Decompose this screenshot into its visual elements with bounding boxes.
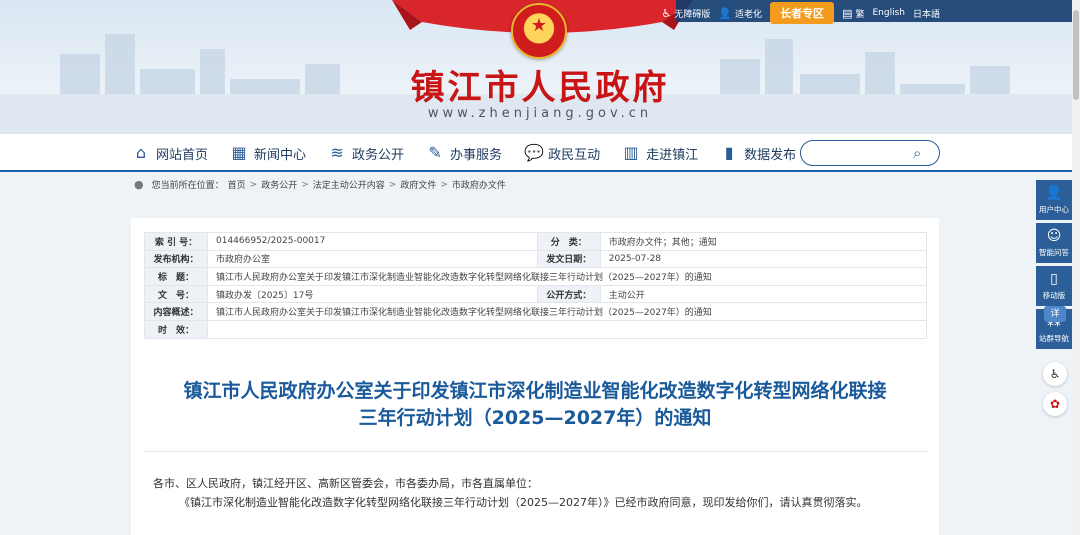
nav-about[interactable]: ▥ 走进镇江 [622,143,699,163]
document-title: 镇江市人民政府办公室关于印发镇江市深化制造业智能化改造数字化转型网络化联接 三年… [131,378,939,432]
breadcrumb-item[interactable]: 法定主动公开内容 [313,178,385,191]
smart-qa-button[interactable]: ☺ 智能问答 [1036,223,1072,263]
home-icon: ⌂ [135,143,147,162]
divider [144,451,927,452]
breadcrumb-prefix: 您当前所在位置： [151,181,224,191]
document-title-line: 镇江市人民政府办公室关于印发镇江市深化制造业智能化改造数字化转型网络化联接 [183,380,887,402]
meta-value: 014466952/2025-00017 [207,232,538,251]
main-nav: ⌂ 网站首页 ▦ 新闻中心 ≋ 政务公开 ✎ 办事服务 💬 政民互动 ▥ 走进镇江 ▮ 数据发… [0,134,1080,172]
breadcrumb-separator: > [249,179,258,190]
site-title: 镇江市人民政府 [410,68,670,108]
document-salutation: 各市、区人民政府，镇江经开区、高新区管委会，市各委办局，市各直属单位： [153,477,538,490]
search-input[interactable] [811,141,921,165]
meta-key: 内容概述： [144,302,208,321]
data-icon: ▮ [724,143,734,162]
elder-zone-button[interactable]: 长者专区 [770,2,835,24]
traditional-chinese-link[interactable]: ▤ 繁 [842,7,864,20]
english-link[interactable]: English [872,8,905,18]
meta-key: 标 题： [144,267,208,286]
meta-key: 发文日期： [536,249,601,269]
scrollbar[interactable] [1072,0,1080,535]
table-row: 发布机构： 市政府办公室 发文日期： 2025-07-28 [144,249,928,269]
nav-home[interactable]: ⌂ 网站首页 [132,144,208,163]
person-icon: 👤 [718,6,733,20]
site-url: www.zhenjiang.gov.cn [427,106,653,121]
table-row: 索 引 号： 014466952/2025-00017 分 类： 市政府办文件；… [144,232,928,251]
share-icon[interactable]: ✿ [1043,392,1067,416]
meta-value: 市政府办文件；其他；通知 [599,232,928,251]
floating-panel: 👤 用户中心 ☺ 智能问答 ▯ 移动版 ⁂ 站群导航 [1036,180,1072,352]
nav-open-gov[interactable]: ≋ 政务公开 [328,144,404,163]
robot-icon: ☺ [1046,228,1062,244]
breadcrumb-separator: > [301,179,309,190]
wheelchair-icon: ♿ [661,6,672,20]
elderly-mode-link[interactable]: 👤 适老化 [718,7,762,20]
nav-data[interactable]: ▮ 数据发布 [720,144,796,163]
user-icon: 👤 [1045,185,1063,201]
table-row: 文 号： 镇政办发〔2025〕17号 公开方式： 主动公开 [144,284,928,304]
building-icon: ▥ [623,143,639,162]
japanese-link[interactable]: 日本語 [913,7,940,20]
document-title-line: 三年行动计划（2025—2027年）的通知 [358,407,712,429]
nav-news[interactable]: ▦ 新闻中心 [230,144,306,163]
breadcrumb-item[interactable]: 市政府办文件 [452,178,506,191]
meta-value: 市政府办公室 [207,249,538,269]
edit-icon: ✎ [428,143,442,162]
meta-key: 索 引 号： [144,232,208,251]
search-icon[interactable]: ⌕ [913,144,931,162]
doc-icon: ▤ [842,6,853,20]
table-row: 标 题： 镇江市人民政府办公室关于印发镇江市深化制造业智能化改造数字化转型网络化… [144,267,927,286]
nav-services[interactable]: ✎ 办事服务 [426,144,502,163]
national-emblem-icon: ★ [511,3,567,59]
meta-key: 公开方式： [536,284,601,304]
user-center-button[interactable]: 👤 用户中心 [1036,180,1072,220]
meta-key: 发布机构： [144,249,208,269]
mobile-button[interactable]: ▯ 移动版 [1036,266,1072,306]
breadcrumb-item[interactable]: 政府文件 [400,178,436,191]
meta-value: 2025-07-28 [599,249,928,269]
news-icon: ▦ [231,143,247,162]
breadcrumb-separator: > [440,179,448,190]
document-meta-table: 索 引 号： 014466952/2025-00017 分 类： 市政府办文件；… [144,232,928,339]
scrollbar-thumb[interactable] [1073,10,1079,100]
accessibility-icon[interactable]: ♿ [1043,362,1067,386]
breadcrumb: ● 您当前所在位置： 首页 > 政务公开 > 法定主动公开内容 > 政府文件 >… [134,178,506,191]
nav-interaction[interactable]: 💬 政民互动 [524,144,600,163]
phone-icon: ▯ [1050,271,1058,287]
accessibility-link[interactable]: ♿ 无障碍版 [661,7,710,20]
top-tools: ♿ 无障碍版 👤 适老化 长者专区 ▤ 繁 English 日本語 [661,2,940,24]
meta-value: 镇政办发〔2025〕17号 [207,284,538,304]
article-panel: 索 引 号： 014466952/2025-00017 分 类： 市政府办文件；… [131,218,939,535]
document-paragraph: 《镇江市深化制造业智能化改造数字化转型网络化联接三年行动计划（2025—2027… [179,496,868,509]
detail-tag[interactable]: 详 [1044,306,1066,322]
breadcrumb-separator: > [388,179,397,190]
meta-value: 主动公开 [599,284,928,304]
layers-icon: ≋ [330,143,344,162]
meta-key: 文 号： [144,284,208,304]
meta-key: 时 效： [144,319,208,339]
chat-icon: 💬 [524,143,544,162]
breadcrumb-item[interactable]: 政务公开 [261,178,297,191]
meta-key: 分 类： [536,232,601,251]
meta-value: 镇江市人民政府办公室关于印发镇江市深化制造业智能化改造数字化转型网络化联接三年行… [207,267,927,286]
table-row: 时 效： [144,319,927,339]
search-box: ⌕ [800,140,940,166]
breadcrumb-item[interactable]: 首页 [228,178,246,191]
location-pin-icon: ● [134,178,144,191]
table-row: 内容概述： 镇江市人民政府办公室关于印发镇江市深化制造业智能化改造数字化转型网络… [144,302,927,321]
meta-value: 镇江市人民政府办公室关于印发镇江市深化制造业智能化改造数字化转型网络化联接三年行… [207,302,927,321]
meta-value [207,319,927,339]
